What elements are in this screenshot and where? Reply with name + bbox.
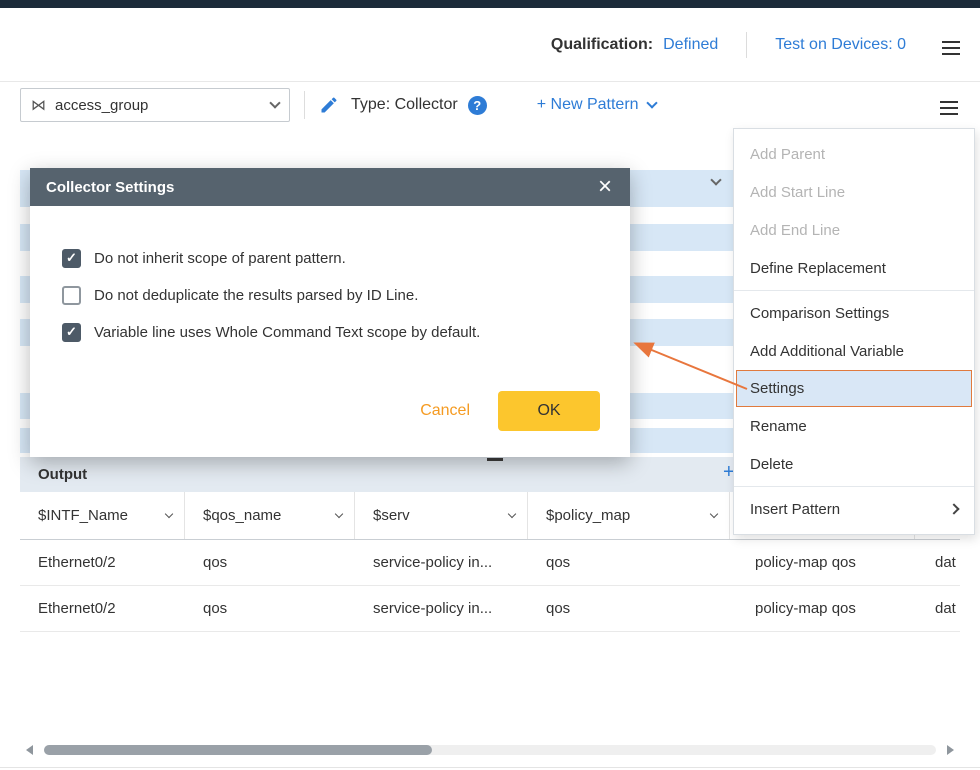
checkbox-row: Do not inherit scope of parent pattern.	[62, 246, 602, 270]
checkbox-label: Do not deduplicate the results parsed by…	[94, 287, 418, 304]
bottom-border	[0, 767, 980, 768]
table-cell: qos	[185, 540, 355, 585]
checkbox-row: Variable line uses Whole Command Text sc…	[62, 320, 602, 344]
column-header-intf-name[interactable]: $INTF_Name	[20, 492, 185, 539]
chevron-down-icon	[508, 509, 516, 517]
dialog-footer: Cancel OK	[420, 391, 600, 431]
menu-item-add-end-line[interactable]: Add End Line	[734, 211, 974, 249]
qualification-label: Qualification:	[551, 36, 653, 54]
checkbox-row: Do not deduplicate the results parsed by…	[62, 283, 602, 307]
chevron-down-icon	[335, 509, 343, 517]
header-bar: Qualification: Defined Test on Devices: …	[0, 8, 980, 82]
column-header-policy-map[interactable]: $policy_map	[528, 492, 730, 539]
column-header-serv[interactable]: $serv	[355, 492, 528, 539]
submenu-chevron-icon	[948, 503, 959, 514]
table-cell: service-policy in...	[355, 586, 528, 631]
table-row[interactable]: Ethernet0/2 qos service-policy in... qos…	[20, 586, 960, 632]
chevron-down-icon	[710, 509, 718, 517]
test-on-devices-link[interactable]: Test on Devices: 0	[775, 36, 906, 54]
table-cell: qos	[185, 586, 355, 631]
app-window: Qualification: Defined Test on Devices: …	[0, 0, 980, 770]
toolbar-divider	[304, 91, 305, 119]
menu-item-settings[interactable]: Settings	[736, 370, 972, 407]
scrollbar-left-arrow[interactable]	[26, 745, 33, 755]
horizontal-scrollbar	[20, 744, 960, 756]
checkbox-label: Do not inherit scope of parent pattern.	[94, 250, 346, 267]
pattern-toolbar: ⋈ access_group Type: Collector ? + New P…	[0, 82, 980, 128]
pattern-select[interactable]: ⋈ access_group	[20, 88, 290, 122]
collector-settings-dialog: Collector Settings × Do not inherit scop…	[30, 168, 630, 457]
new-pattern-label: + New Pattern	[537, 96, 639, 114]
checkbox-inherit-scope[interactable]	[62, 249, 81, 268]
table-row[interactable]: Ethernet0/2 qos service-policy in... qos…	[20, 540, 960, 586]
toolbar-menu-button[interactable]	[938, 88, 960, 122]
hamburger-icon	[942, 47, 960, 49]
pattern-select-value: access_group	[55, 97, 262, 114]
dialog-title: Collector Settings	[46, 179, 596, 196]
column-label: $INTF_Name	[38, 507, 128, 524]
pattern-icon: ⋈	[31, 96, 46, 114]
checkbox-label: Variable line uses Whole Command Text sc…	[94, 324, 480, 341]
table-cell: qos	[528, 586, 730, 631]
checkbox-variable-line-scope[interactable]	[62, 323, 81, 342]
menu-item-add-start-line[interactable]: Add Start Line	[734, 173, 974, 211]
chevron-down-icon	[269, 97, 280, 108]
table-cell: policy-map qos	[730, 586, 915, 631]
type-label: Type: Collector	[351, 96, 458, 114]
table-cell: dat	[915, 586, 960, 631]
qualification-value-link[interactable]: Defined	[663, 36, 718, 54]
menu-item-define-replacement[interactable]: Define Replacement	[734, 249, 974, 287]
checkbox-deduplicate[interactable]	[62, 286, 81, 305]
table-cell: Ethernet0/2	[20, 586, 185, 631]
column-label: $serv	[373, 507, 410, 524]
menu-item-comparison-settings[interactable]: Comparison Settings	[734, 294, 974, 332]
menu-item-label: Insert Pattern	[750, 501, 840, 518]
top-dark-bar	[0, 0, 980, 8]
menu-item-insert-pattern[interactable]: Insert Pattern	[734, 490, 974, 528]
table-cell: policy-map qos	[730, 540, 915, 585]
dialog-header[interactable]: Collector Settings ×	[30, 168, 630, 206]
menu-item-add-parent[interactable]: Add Parent	[734, 135, 974, 173]
header-menu-button[interactable]	[940, 28, 962, 62]
table-cell: Ethernet0/2	[20, 540, 185, 585]
table-cell: qos	[528, 540, 730, 585]
table-cell: dat	[915, 540, 960, 585]
scrollbar-right-arrow[interactable]	[947, 745, 954, 755]
column-label: $qos_name	[203, 507, 281, 524]
cancel-button[interactable]: Cancel	[420, 402, 470, 420]
scrollbar-thumb[interactable]	[44, 745, 432, 755]
menu-divider	[734, 290, 974, 291]
chevron-down-icon	[646, 97, 657, 108]
ok-button[interactable]: OK	[498, 391, 600, 431]
dialog-body: Do not inherit scope of parent pattern. …	[30, 206, 630, 344]
table-cell: service-policy in...	[355, 540, 528, 585]
context-menu: Add Parent Add Start Line Add End Line D…	[733, 128, 975, 535]
chevron-down-icon	[165, 509, 173, 517]
column-header-qos-name[interactable]: $qos_name	[185, 492, 355, 539]
hamburger-icon	[940, 107, 958, 109]
menu-item-delete[interactable]: Delete	[734, 445, 974, 483]
new-pattern-button[interactable]: + New Pattern	[537, 96, 656, 114]
column-label: $policy_map	[546, 507, 630, 524]
header-divider	[746, 32, 747, 58]
menu-item-rename[interactable]: Rename	[734, 407, 974, 445]
menu-item-add-additional-variable[interactable]: Add Additional Variable	[734, 332, 974, 370]
menu-divider	[734, 486, 974, 487]
collapse-handle[interactable]	[487, 458, 503, 461]
close-icon[interactable]: ×	[596, 175, 614, 199]
help-icon[interactable]: ?	[468, 96, 487, 115]
output-title: Output	[38, 466, 87, 483]
edit-icon[interactable]	[319, 95, 339, 115]
